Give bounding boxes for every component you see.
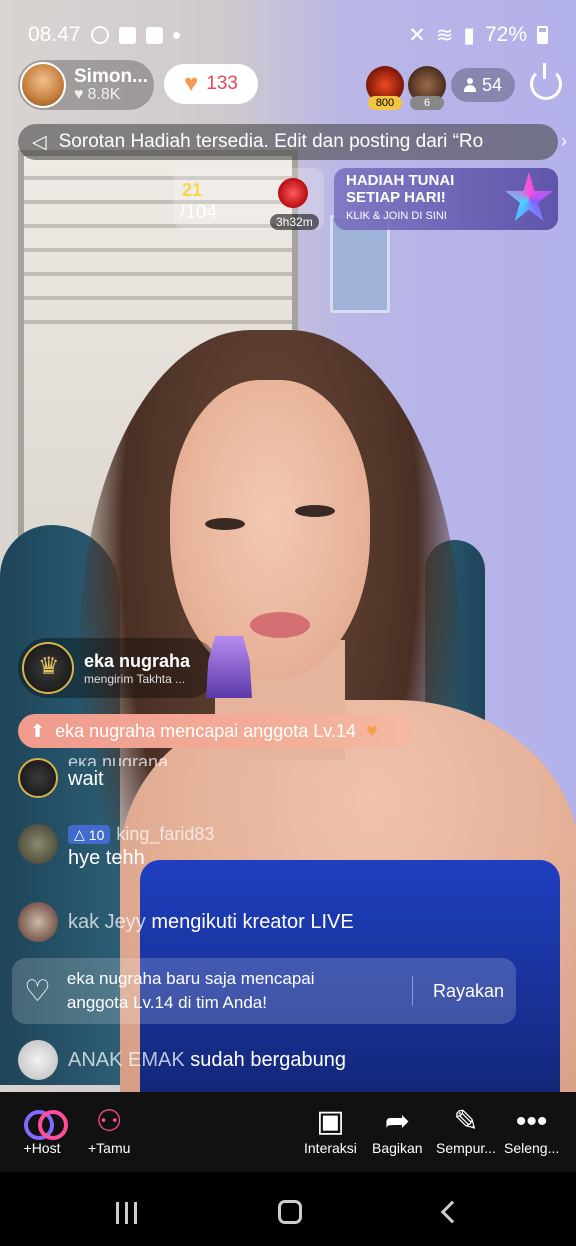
viewer-badge: 800 [368, 96, 402, 110]
status-bar: 08.47 ✕ ≋ ▮ 72% [0, 0, 576, 56]
power-icon[interactable] [530, 63, 562, 100]
top-viewers[interactable]: 800 6 [366, 66, 446, 110]
chat-avatar[interactable] [18, 902, 58, 942]
add-guest-label: +Tamu [88, 1140, 131, 1156]
guests-icon: ⚇ [95, 1105, 123, 1138]
chat-message[interactable]: △ 10 king_farid83 hye tehh [18, 824, 214, 870]
more-label: Seleng... [504, 1140, 560, 1156]
wifi-icon: ≋ [435, 23, 454, 47]
gifter-name: eka nugraha [84, 650, 191, 671]
person-icon [463, 78, 476, 92]
chevron-right-icon[interactable]: › [561, 131, 567, 152]
lips [250, 612, 310, 638]
mute-icon: ✕ [408, 23, 426, 47]
host-name: Simon... [74, 65, 148, 87]
notification-text: anggota Lv.14 di tim Anda! [66, 993, 267, 1012]
add-host-label: +Host [23, 1140, 61, 1156]
cash-prize-banner[interactable]: HADIAH TUNAI SETIAP HARI! KLIK & JOIN DI… [334, 168, 558, 230]
follow-action: mengikuti kreator LIVE [151, 910, 354, 933]
rose-icon [278, 178, 308, 208]
chat-username: eka nugraha [68, 758, 168, 766]
host-likes-count: 8.8K [87, 85, 121, 103]
co-host-icon [22, 1108, 68, 1140]
chat-avatar[interactable] [18, 1040, 58, 1080]
chat-text: wait [68, 768, 104, 790]
promo-title: HADIAH TUNAI [346, 172, 455, 189]
follow-event[interactable]: kak Jeyy mengikuti kreator LIVE [18, 902, 354, 942]
chat-username: king_farid83 [116, 824, 215, 844]
heart-icon: ♥ [74, 85, 84, 103]
magic-wand-icon: ✎ [453, 1105, 479, 1138]
viewer-avatar[interactable]: 6 [408, 66, 446, 110]
host-profile[interactable]: Simon... ♥ 8.8K [18, 60, 154, 110]
chat-avatar[interactable] [18, 824, 58, 864]
share-button[interactable]: ➦ Bagikan [372, 1104, 423, 1157]
back-icon[interactable] [440, 1200, 464, 1224]
battery-icon [537, 26, 548, 44]
level-up-banner: ⬆ eka nugraha mencapai anggota Lv.14 ♥ [18, 714, 414, 748]
like-button[interactable]: ♥ 133 [164, 64, 258, 104]
eye [295, 505, 335, 517]
chat-text: hye tehh [68, 847, 145, 869]
chat-message[interactable]: eka nugraha wait [18, 758, 168, 798]
add-host-button[interactable]: +Host [22, 1104, 68, 1156]
clock: 08.47 [28, 23, 81, 46]
rank-total: /104 [180, 202, 217, 223]
joined-user: ANAK EMAK [68, 1048, 185, 1071]
throne-gift-icon [206, 636, 252, 698]
gifter-avatar [22, 642, 74, 694]
triangle-icon: △ [74, 826, 85, 842]
signal-icon: ▮ [463, 23, 475, 47]
celebrate-button[interactable]: Rayakan [411, 976, 504, 1006]
joined-event[interactable]: ANAK EMAK sudah bergabung [18, 1040, 346, 1080]
heart-outline-icon: ♡ [24, 974, 51, 1008]
level-up-text: eka nugraha mencapai anggota Lv.14 [55, 720, 356, 741]
megaphone-icon: ◁ [32, 131, 47, 153]
viewer-avatar[interactable]: 800 [366, 66, 404, 110]
home-icon[interactable] [278, 1200, 302, 1224]
interaction-label: Interaksi [304, 1140, 357, 1156]
more-button[interactable]: ••• Seleng... [504, 1104, 560, 1157]
joined-action: sudah bergabung [190, 1048, 346, 1071]
interaction-icon: ▣ [316, 1105, 345, 1138]
screen-record-icon [118, 26, 136, 44]
chat-avatar[interactable] [18, 758, 58, 798]
add-guest-button[interactable]: ⚇ +Tamu [88, 1104, 131, 1157]
battery-percent: 72% [484, 23, 527, 46]
check-icon [145, 26, 163, 44]
share-label: Bagikan [372, 1140, 423, 1156]
live-toolbar: +Host ⚇ +Tamu ▣ Interaksi ➦ Bagikan ✎ Se… [0, 1092, 576, 1172]
rank-widget[interactable]: 21 /104 3h32m [174, 168, 324, 230]
rank-current: 21 [182, 180, 203, 200]
team-level-notification: ♡ eka nugraha baru saja mencapai anggota… [12, 958, 516, 1024]
viewer-badge: 6 [410, 96, 444, 110]
host-avatar[interactable] [20, 62, 66, 108]
viewer-count: 54 [481, 74, 503, 95]
navigation-bar [0, 1172, 576, 1246]
announcement-text: Sorotan Hadiah tersedia. Edit dan postin… [58, 131, 484, 152]
enhance-label: Sempur... [436, 1140, 496, 1156]
heart-icon: ♥ [366, 719, 378, 742]
follower-name: kak Jeyy [68, 910, 146, 933]
level-badge: △ 10 [68, 825, 111, 844]
arrow-up-icon: ⬆ [30, 720, 46, 741]
rank-timer: 3h32m [270, 214, 319, 230]
notification-text: eka nugraha baru saja mencapai [66, 969, 315, 989]
heart-icon: ♥ [184, 70, 199, 97]
gift-highlight-announcement[interactable]: ◁ Sorotan Hadiah tersedia. Edit dan post… [18, 124, 558, 160]
gift-notification[interactable]: eka nugraha mengirim Takhta ... [18, 638, 218, 698]
like-count: 133 [206, 73, 238, 94]
recents-icon[interactable] [116, 1202, 140, 1224]
share-icon: ➦ [384, 1105, 410, 1138]
whatsapp-icon [90, 26, 109, 44]
viewer-count-button[interactable]: 54 [451, 68, 515, 102]
eye [205, 518, 245, 530]
interaction-button[interactable]: ▣ Interaksi [304, 1104, 357, 1157]
gift-action: mengirim Takhta ... [84, 671, 186, 686]
notification-dot-icon [172, 31, 180, 39]
more-dots-icon: ••• [515, 1105, 548, 1138]
enhance-button[interactable]: ✎ Sempur... [436, 1104, 496, 1157]
